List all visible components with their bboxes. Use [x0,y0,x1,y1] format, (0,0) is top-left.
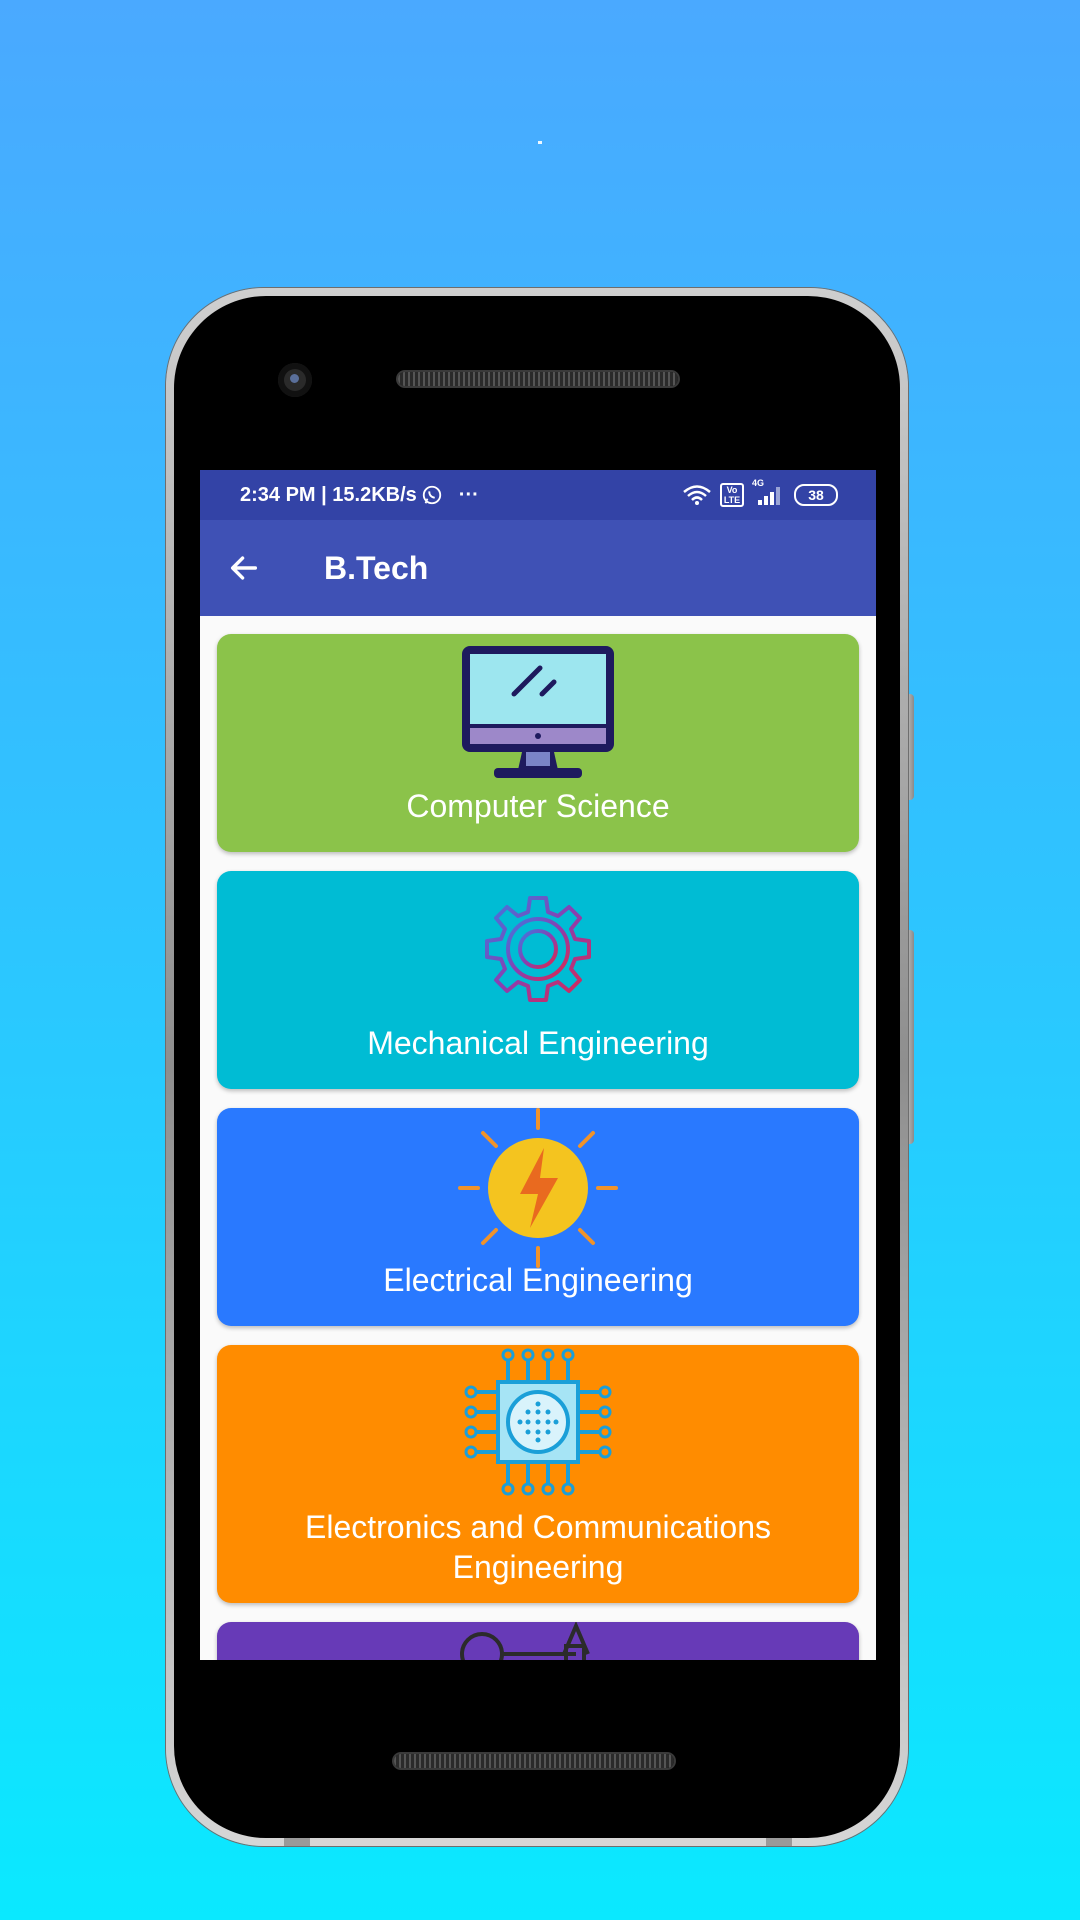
status-left: 2:34 PM | 15.2KB/s ··· [240,470,479,520]
phone-bottom-tab-right [766,1838,792,1846]
gear-icon [478,889,598,1009]
arrow-back-icon [227,551,261,585]
status-time-speed: 2:34 PM | 15.2KB/s [240,484,417,506]
course-card-electronics-communications-engineering[interactable]: Electronics and Communications Engineeri… [217,1345,859,1603]
course-card-computer-science[interactable]: Computer Science [217,634,859,852]
course-label: Mechanical Engineering [367,1025,709,1061]
status-right: Vo LTE 4G 38 [682,470,838,520]
app-toolbar: B.Tech [200,520,876,616]
wifi-icon [682,484,712,506]
course-list[interactable]: Computer Science Mechanical Engineering … [200,616,876,1660]
circuit-chip-icon [463,1347,613,1497]
battery-indicator: 38 [794,484,838,506]
course-card-electrical-engineering[interactable]: Electrical Engineering [217,1108,859,1326]
computer-monitor-icon [458,642,618,782]
page-title: B.Tech [324,550,429,586]
network-type: 4G [752,478,765,488]
course-label: Electrical Engineering [383,1262,693,1298]
bottom-speaker [394,1754,674,1768]
civil-tools-icon [458,1620,618,1660]
lightning-sun-icon [458,1108,618,1268]
course-label: Electronics and Communications Engineeri… [305,1509,771,1585]
course-card-partial[interactable] [217,1620,859,1660]
phone-bottom-tab-left [284,1838,310,1846]
top-speaker [398,372,678,386]
back-button[interactable] [220,544,268,592]
top-dot [538,141,542,144]
status-bar: 2:34 PM | 15.2KB/s ··· Vo LTE 4G 38 [200,470,876,520]
front-camera [278,363,312,397]
status-overflow: ··· [458,484,479,506]
whatsapp-icon [421,484,443,506]
app-screen: 2:34 PM | 15.2KB/s ··· Vo LTE 4G 38 B.Te… [200,470,876,1660]
course-card-mechanical-engineering[interactable]: Mechanical Engineering [217,871,859,1089]
volte-badge: Vo LTE [720,483,744,507]
signal-icon: 4G [752,478,786,506]
course-label: Computer Science [406,788,670,824]
